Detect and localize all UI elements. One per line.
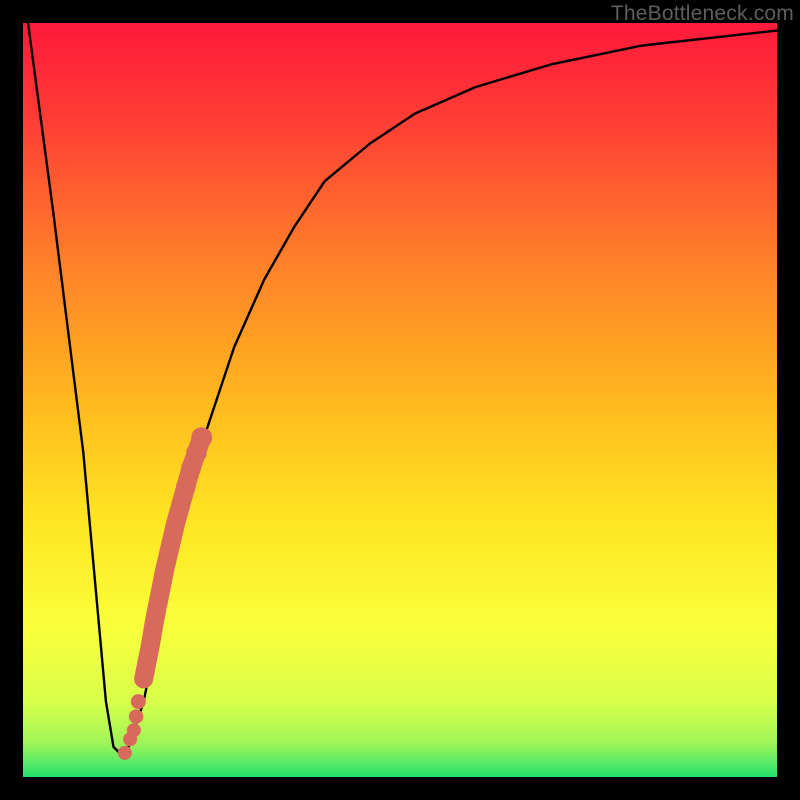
highlight-dot <box>147 610 164 627</box>
highlight-dot <box>161 538 179 556</box>
highlight-dot <box>129 709 144 724</box>
chart-frame: TheBottleneck.com <box>0 0 800 800</box>
chart-svg <box>23 23 777 777</box>
highlight-dot <box>131 694 146 709</box>
highlight-dot <box>191 427 212 448</box>
highlight-dot <box>127 723 141 737</box>
highlight-dot <box>118 746 132 760</box>
highlight-dot <box>171 496 190 515</box>
highlight-dot <box>142 641 158 657</box>
highlight-dot <box>152 584 169 601</box>
highlight-dot <box>176 477 196 497</box>
highlight-dot <box>136 671 152 687</box>
highlight-dot <box>166 515 185 534</box>
gradient-background <box>23 23 777 777</box>
highlight-dot <box>156 561 174 579</box>
watermark-text: TheBottleneck.com <box>611 2 794 26</box>
plot-area <box>23 23 777 777</box>
